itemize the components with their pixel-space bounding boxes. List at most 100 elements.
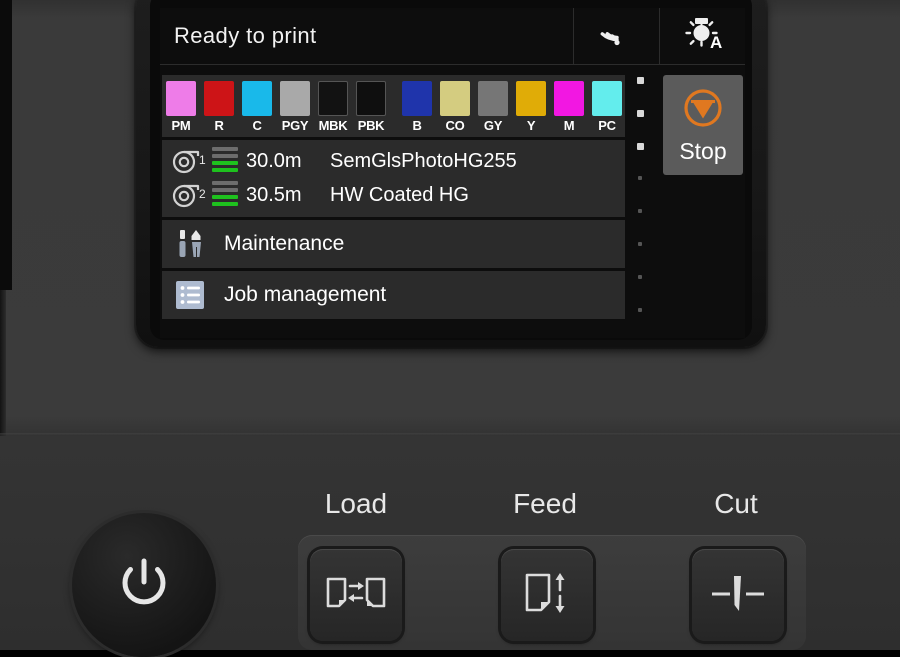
ink-swatch-co (440, 81, 470, 116)
printer-body: Ready to print A PM R C PGY MBK PBK B CO… (0, 0, 900, 657)
scroll-dot-active (637, 110, 644, 117)
scroll-dot-inactive (638, 275, 642, 279)
scroll-dot-inactive (638, 242, 642, 246)
ink-label-b: B (412, 118, 422, 133)
media-level-gauge (212, 147, 238, 175)
ink-swatch-pbk (356, 81, 386, 116)
media-level-bar (212, 181, 238, 185)
menu-item-maintenance-label: Maintenance (224, 232, 345, 255)
roll-icon: 1 (172, 148, 210, 174)
ink-slot-b[interactable]: B (401, 81, 433, 133)
printer-status-row[interactable]: Ready to print (160, 8, 574, 64)
ink-slot-pbk[interactable]: PBK (355, 81, 387, 133)
power-icon (108, 547, 180, 624)
feed-key-label: Feed (513, 488, 577, 519)
paper-cut-icon (708, 569, 768, 622)
ink-slot-pm[interactable]: PM (165, 81, 197, 133)
ink-slot-y[interactable]: Y (515, 81, 547, 133)
roll-icon: 2 (172, 182, 210, 208)
stop-triangle-icon (680, 85, 726, 136)
media-level-bar (212, 147, 238, 151)
scroll-indicator[interactable] (627, 65, 659, 338)
media-level-bar (212, 154, 238, 158)
stop-button[interactable]: Stop (663, 75, 743, 175)
wifi-status-button[interactable] (574, 8, 660, 64)
ink-swatch-pgy (280, 81, 310, 116)
menu-item-job-management-label: Job management (224, 283, 387, 306)
ink-label-co: CO (445, 118, 465, 133)
list-icon (174, 280, 210, 310)
ink-label-c: C (252, 118, 262, 133)
ink-slot-co[interactable]: CO (439, 81, 471, 133)
stop-button-label: Stop (679, 138, 727, 164)
ink-status-panel[interactable]: PM R C PGY MBK PBK B CO GY Y M PC (162, 75, 625, 137)
tools-icon (174, 229, 210, 259)
ink-label-pc: PC (598, 118, 616, 133)
ink-group-right: B CO GY Y M PC (398, 75, 626, 133)
lamp-auto-button[interactable]: A (660, 8, 745, 64)
scroll-dot-active (637, 77, 644, 84)
ink-swatch-mbk (318, 81, 348, 116)
ink-slot-r[interactable]: R (203, 81, 235, 133)
ink-slot-m[interactable]: M (553, 81, 585, 133)
load-key[interactable] (310, 549, 402, 641)
menu-item-job-management[interactable]: Job management (162, 271, 625, 319)
ink-swatch-gy (478, 81, 508, 116)
media-roll-row[interactable]: 2 30.5m HW Coated HG (162, 178, 625, 212)
ink-label-m: M (563, 118, 575, 133)
ink-group-left: PM R C PGY MBK PBK (162, 75, 390, 133)
ink-swatch-r (204, 81, 234, 116)
power-button[interactable] (72, 513, 216, 657)
chassis-left-edge (0, 0, 12, 290)
media-status-panel[interactable]: 1 30.0m SemGlsPhotoHG255 2 30.5m HW Coated HG (162, 140, 625, 217)
ink-swatch-c (242, 81, 272, 116)
chassis-seam (0, 433, 900, 436)
ink-label-pm: PM (171, 118, 191, 133)
media-name: HW Coated HG (330, 183, 469, 206)
media-length: 30.0m (246, 149, 302, 172)
ink-slot-gy[interactable]: GY (477, 81, 509, 133)
load-key-label: Load (324, 488, 388, 519)
media-level-bar (212, 168, 238, 172)
lcd-screen[interactable]: Ready to print A PM R C PGY MBK PBK B CO… (160, 8, 745, 338)
ink-slot-pgy[interactable]: PGY (279, 81, 311, 133)
ink-slot-c[interactable]: C (241, 81, 273, 133)
lamp-auto-icon: A (680, 16, 726, 57)
media-level-bar (212, 195, 238, 199)
ink-label-pgy: PGY (281, 118, 309, 133)
media-name: SemGlsPhotoHG255 (330, 149, 517, 172)
media-level-gauge (212, 181, 238, 209)
scroll-dot-inactive (638, 209, 642, 213)
svg-text:1: 1 (199, 153, 206, 167)
ink-slot-pc[interactable]: PC (591, 81, 623, 133)
stop-button-column: Stop (659, 65, 745, 338)
ink-label-gy: GY (483, 118, 503, 133)
ink-label-pbk: PBK (357, 118, 385, 133)
ink-slot-mbk[interactable]: MBK (317, 81, 349, 133)
ink-label-mbk: MBK (318, 118, 348, 133)
paper-load-icon (325, 569, 387, 622)
media-level-bar (212, 188, 238, 192)
cut-key-label: Cut (714, 488, 758, 519)
paper-feed-icon (521, 568, 573, 623)
menu-item-maintenance[interactable]: Maintenance (162, 220, 625, 268)
svg-text:A: A (710, 33, 722, 52)
ink-label-r: R (214, 118, 224, 133)
ink-swatch-pc (592, 81, 622, 116)
ink-swatch-y (516, 81, 546, 116)
wifi-icon (598, 19, 636, 54)
screen-header: Ready to print A (160, 8, 745, 65)
cut-key[interactable] (692, 549, 784, 641)
menu-list-column: PM R C PGY MBK PBK B CO GY Y M PC 1 30.0m SemGlsPhot… (160, 65, 627, 338)
scroll-dot-inactive (638, 308, 642, 312)
ink-swatch-b (402, 81, 432, 116)
media-roll-row[interactable]: 1 30.0m SemGlsPhotoHG255 (162, 144, 625, 178)
ink-label-y: Y (526, 118, 536, 133)
screen-body: PM R C PGY MBK PBK B CO GY Y M PC 1 30.0m SemGlsPhot… (160, 65, 745, 338)
feed-key[interactable] (501, 549, 593, 641)
svg-text:2: 2 (199, 187, 206, 201)
scroll-dot-inactive (638, 176, 642, 180)
ink-swatch-m (554, 81, 584, 116)
media-length: 30.5m (246, 183, 302, 206)
media-level-bar (212, 161, 238, 165)
